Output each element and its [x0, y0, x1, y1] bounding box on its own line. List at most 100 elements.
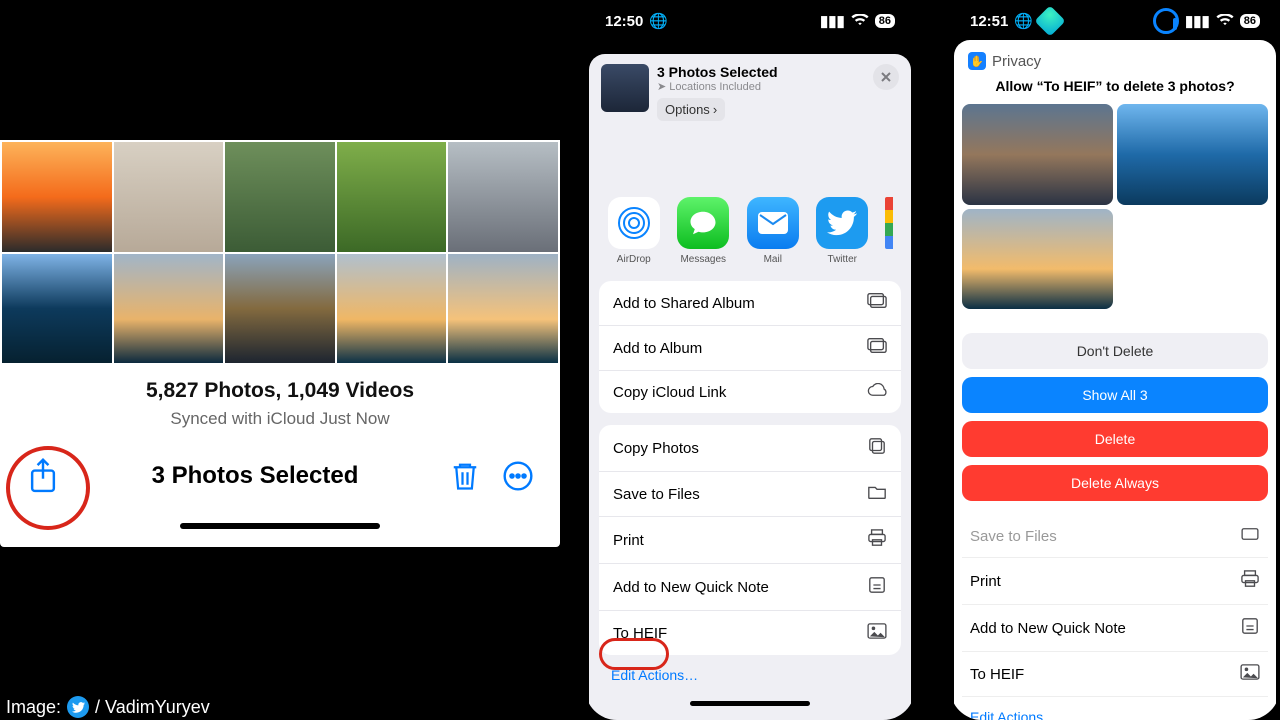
quick-note-row[interactable]: Add to New Quick Note: [599, 563, 901, 610]
share-button[interactable]: [26, 457, 60, 495]
shared-album-icon: [867, 293, 887, 313]
status-time: 12:50: [605, 13, 643, 30]
delete-always-button[interactable]: Delete Always: [962, 465, 1268, 501]
row-label: Add to Album: [613, 340, 702, 357]
print-icon: [1240, 570, 1260, 592]
airdrop-label: AirDrop: [617, 254, 651, 265]
quick-note-icon: [1240, 617, 1260, 639]
share-apps-row[interactable]: AirDrop Messages Mail Twitter: [589, 127, 911, 271]
to-heif-row[interactable]: To HEIF: [962, 652, 1268, 697]
edit-actions-link[interactable]: Edit Actions…: [962, 697, 1268, 720]
row-label: Add to Shared Album: [613, 295, 755, 312]
privacy-prompt-screen: 12:51 🌐 ▮▮▮ 86 ✋ Privacy Allow “To HEIF”…: [950, 0, 1280, 720]
preview-thumbnail: [1117, 104, 1268, 205]
row-label: Print: [970, 573, 1001, 590]
photo-thumbnail[interactable]: [2, 142, 112, 252]
twitter-label: Twitter: [828, 254, 857, 265]
share-actions-group-2: Copy Photos Save to Files Print Add to N…: [599, 425, 901, 655]
more-button[interactable]: [502, 460, 534, 492]
status-time: 12:51: [970, 13, 1008, 30]
selection-toolbar: 3 Photos Selected: [0, 429, 560, 513]
photo-thumbnail[interactable]: [448, 254, 558, 364]
row-label: Copy iCloud Link: [613, 384, 726, 401]
twitter-app[interactable]: Twitter: [816, 197, 870, 265]
icloud-link-icon: [867, 383, 887, 401]
preview-thumbnail: [962, 104, 1113, 205]
row-label: To HEIF: [970, 666, 1024, 683]
share-title: 3 Photos Selected: [657, 64, 865, 80]
photo-thumbnail[interactable]: [225, 254, 335, 364]
credit-prefix: Image:: [6, 697, 61, 718]
files-icon: [1240, 527, 1260, 545]
wifi-icon: [851, 13, 869, 30]
privacy-buttons: Don't Delete Show All 3 Delete Delete Al…: [962, 333, 1268, 501]
privacy-label: Privacy: [992, 53, 1041, 70]
delete-button[interactable]: Delete: [962, 421, 1268, 457]
photo-thumbnail[interactable]: [448, 142, 558, 252]
save-files-row[interactable]: Save to Files: [599, 471, 901, 516]
globe-icon: 🌐: [649, 12, 668, 30]
location-icon: ➤: [657, 80, 666, 93]
gmail-app-peek[interactable]: [885, 197, 893, 249]
dont-delete-button[interactable]: Don't Delete: [962, 333, 1268, 369]
cellular-icon: ▮▮▮: [1185, 12, 1210, 30]
edit-actions-link[interactable]: Edit Actions…: [589, 655, 911, 695]
preview-thumbnail: [962, 209, 1113, 310]
photo-thumbnail[interactable]: [337, 142, 447, 252]
quick-note-icon: [867, 576, 887, 598]
photos-app-screen: 5,827 Photos, 1,049 Videos Synced with i…: [0, 140, 560, 547]
globe-icon: 🌐: [1014, 12, 1033, 30]
share-sheet: 3 Photos Selected ➤ Locations Included O…: [589, 54, 911, 720]
row-label: To HEIF: [613, 625, 667, 642]
photo-icon: [1240, 664, 1260, 684]
row-label: Copy Photos: [613, 440, 699, 457]
cellular-icon: ▮▮▮: [820, 12, 845, 30]
messages-app[interactable]: Messages: [677, 197, 731, 265]
print-icon: [867, 529, 887, 551]
mail-app[interactable]: Mail: [746, 197, 800, 265]
background-action-list: Save to Files Print Add to New Quick Not…: [962, 515, 1268, 697]
credit-handle: / VadimYuryev: [95, 697, 210, 718]
row-label: Save to Files: [613, 486, 700, 503]
print-row[interactable]: Print: [599, 516, 901, 563]
share-actions-group-1: Add to Shared Album Add to Album Copy iC…: [599, 281, 901, 413]
wifi-icon: [1216, 13, 1234, 30]
row-label: Add to New Quick Note: [970, 620, 1126, 637]
image-credit: Image: / VadimYuryev: [6, 690, 210, 720]
twitter-icon: [67, 696, 89, 718]
copy-photos-row[interactable]: Copy Photos: [599, 425, 901, 471]
row-label: Save to Files: [970, 528, 1057, 545]
privacy-icon: ✋: [968, 52, 986, 70]
photo-thumbnail[interactable]: [2, 254, 112, 364]
options-label: Options: [665, 102, 710, 117]
show-all-button[interactable]: Show All 3: [962, 377, 1268, 413]
chevron-right-icon: ›: [713, 102, 717, 117]
airdrop-app[interactable]: AirDrop: [607, 197, 661, 265]
photo-icon: [867, 623, 887, 643]
share-preview-thumbnail: [601, 64, 649, 112]
photo-thumbnail[interactable]: [337, 254, 447, 364]
photo-thumbnail[interactable]: [225, 142, 335, 252]
add-album-row[interactable]: Add to Album: [599, 325, 901, 370]
save-files-row[interactable]: Save to Files: [962, 515, 1268, 558]
home-indicator[interactable]: [690, 701, 810, 706]
copy-icloud-row[interactable]: Copy iCloud Link: [599, 370, 901, 413]
trash-button[interactable]: [450, 459, 480, 493]
library-summary: 5,827 Photos, 1,049 Videos: [0, 365, 560, 409]
quick-note-row[interactable]: Add to New Quick Note: [962, 605, 1268, 652]
share-subtitle: ➤ Locations Included: [657, 80, 865, 93]
battery-indicator: 86: [1240, 14, 1260, 28]
mail-label: Mail: [764, 254, 782, 265]
home-indicator[interactable]: [180, 523, 380, 529]
photo-thumbnail[interactable]: [114, 254, 224, 364]
copy-icon: [867, 437, 887, 459]
close-button[interactable]: [873, 64, 899, 90]
album-icon: [867, 338, 887, 358]
add-shared-album-row[interactable]: Add to Shared Album: [599, 281, 901, 325]
to-heif-row[interactable]: To HEIF: [599, 610, 901, 655]
options-button[interactable]: Options ›: [657, 98, 725, 121]
print-row[interactable]: Print: [962, 558, 1268, 605]
photo-thumbnail[interactable]: [114, 142, 224, 252]
privacy-sheet: ✋ Privacy Allow “To HEIF” to delete 3 ph…: [954, 40, 1276, 720]
status-bar: 12:50 🌐 ▮▮▮ 86: [585, 0, 915, 36]
